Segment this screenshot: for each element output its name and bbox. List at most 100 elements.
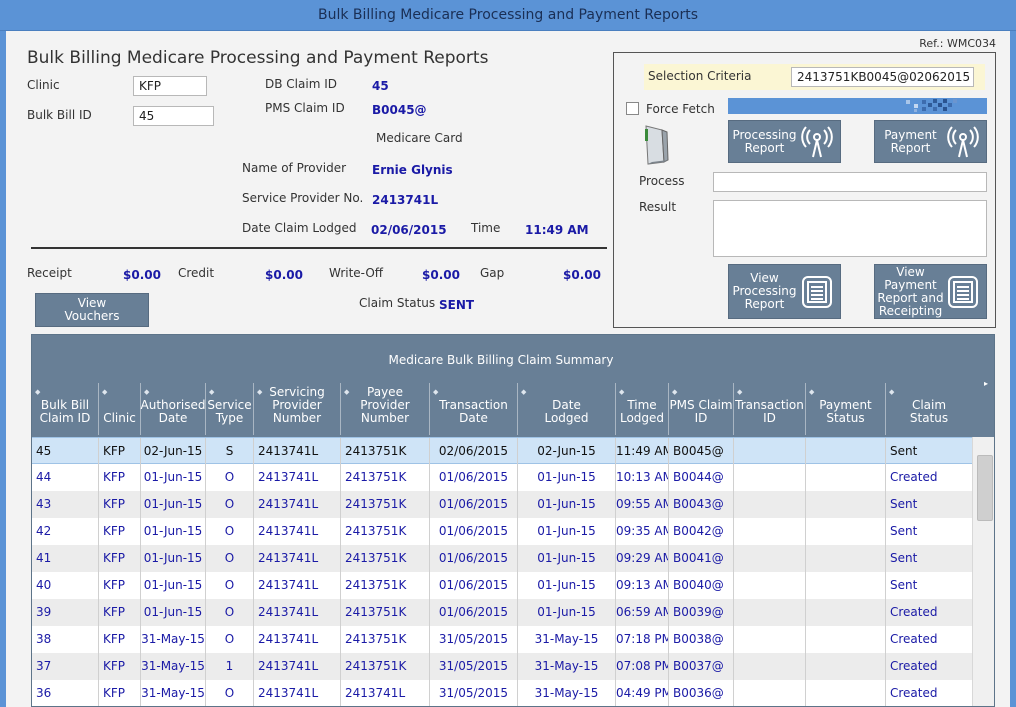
column-header-authorised-date[interactable]: ◆ Authorised Date bbox=[140, 383, 206, 435]
sort-icon[interactable]: ◆ bbox=[209, 386, 214, 399]
column-header-pms-claim-id[interactable]: ◆ PMS Claim ID bbox=[668, 383, 733, 435]
view-payment-report-button[interactable]: View Payment Report and Receipting bbox=[874, 264, 987, 319]
cell-payee-provider-number: 2413751K bbox=[340, 545, 429, 572]
table-row[interactable]: 41 KFP 01-Jun-15 O 2413741L 2413751K 01/06/201… bbox=[32, 545, 972, 572]
cell-claim-status: Sent bbox=[885, 572, 972, 599]
cell-service-type: O bbox=[205, 599, 253, 626]
result-textarea[interactable] bbox=[713, 200, 987, 257]
cell-service-type: O bbox=[205, 680, 253, 706]
table-row[interactable]: 40 KFP 01-Jun-15 O 2413741L 2413751K 01/06/201… bbox=[32, 572, 972, 599]
bulk-bill-id-input[interactable]: 45 bbox=[133, 106, 214, 126]
sort-icon[interactable]: ◆ bbox=[344, 386, 349, 399]
table-row[interactable]: 42 KFP 01-Jun-15 O 2413741L 2413751K 01/06/201… bbox=[32, 518, 972, 545]
column-header-service-type[interactable]: ◆ Service Type bbox=[205, 383, 253, 435]
scroll-right-icon[interactable]: ▸ bbox=[984, 379, 988, 388]
cell-authorised-date: 01-Jun-15 bbox=[140, 464, 205, 491]
claim-summary-grid: Medicare Bulk Billing Claim Summary ▸ ◆ B… bbox=[31, 334, 995, 707]
sort-icon[interactable]: ◆ bbox=[521, 386, 526, 399]
table-row[interactable]: 45 KFP 02-Jun-15 S 2413741L 2413751K 02/06/201… bbox=[32, 437, 972, 465]
cell-claim-status: Created bbox=[885, 653, 972, 680]
cell-pms-claim-id: B0045@ bbox=[668, 438, 733, 465]
column-header-line: Claim bbox=[911, 398, 947, 412]
sort-icon[interactable]: ◆ bbox=[35, 386, 40, 399]
time-value: 11:49 AM bbox=[525, 223, 589, 237]
cell-bulk-bill-claim-id: 39 bbox=[36, 605, 52, 619]
view-vouchers-label: View Vouchers bbox=[36, 297, 148, 323]
cell-transaction-date: 31/05/2015 bbox=[429, 626, 517, 653]
column-header-line: ID bbox=[694, 411, 708, 425]
grid-vertical-scrollbar[interactable] bbox=[972, 437, 994, 706]
table-row[interactable]: 39 KFP 01-Jun-15 O 2413741L 2413751K 01/06/201… bbox=[32, 599, 972, 626]
column-header-payee-provider-number[interactable]: ◆ Payee Provider Number bbox=[340, 383, 429, 435]
payment-report-label: Payment Report bbox=[875, 128, 946, 155]
cell-transaction-id bbox=[733, 438, 805, 465]
view-payment-label-line3: Report and bbox=[877, 290, 944, 305]
processing-report-button[interactable]: Processing Report bbox=[728, 120, 841, 163]
column-header-servicing-provider-number[interactable]: ◆ Servicing Provider Number bbox=[253, 383, 340, 435]
column-header-line: Number bbox=[360, 411, 410, 425]
cell-clinic: KFP bbox=[98, 491, 140, 518]
process-input[interactable] bbox=[713, 172, 987, 192]
column-header-time-lodged[interactable]: ◆ Time Lodged bbox=[615, 383, 668, 435]
force-fetch-checkbox[interactable] bbox=[626, 102, 639, 115]
column-header-label: Servicing Provider Number bbox=[269, 386, 325, 425]
payment-report-button[interactable]: Payment Report bbox=[874, 120, 987, 163]
view-vouchers-label-line2: Vouchers bbox=[64, 309, 120, 323]
cell-authorised-date: 01-Jun-15 bbox=[140, 518, 205, 545]
cell-transaction-date: 01/06/2015 bbox=[429, 599, 517, 626]
cell-transaction-id bbox=[733, 572, 805, 599]
sort-icon[interactable]: ◆ bbox=[144, 386, 149, 399]
date-lodged-label: Date Claim Lodged bbox=[242, 221, 357, 235]
cell-payment-status bbox=[805, 464, 885, 491]
table-row[interactable]: 43 KFP 01-Jun-15 O 2413741L 2413751K 01/06/201… bbox=[32, 491, 972, 518]
cell-time-lodged: 09:35 AM bbox=[615, 518, 668, 545]
grid-header: Medicare Bulk Billing Claim Summary ▸ ◆ B… bbox=[32, 335, 994, 437]
view-processing-label-line3: Report bbox=[744, 297, 785, 311]
column-header-clinic[interactable]: ◆ Clinic bbox=[98, 383, 140, 435]
column-header-line: Payee bbox=[367, 385, 403, 399]
sort-icon[interactable]: ◆ bbox=[737, 386, 742, 399]
cell-payee-provider-number: 2413751K bbox=[340, 518, 429, 545]
column-header-line: Bulk Bill bbox=[40, 398, 90, 412]
column-header-payment-status[interactable]: ◆ Payment Status bbox=[805, 383, 885, 435]
cell-bulk-bill-claim-id: 38 bbox=[36, 632, 52, 646]
selection-criteria-input[interactable]: 2413751KB0045@02062015 bbox=[791, 67, 974, 87]
cell-claim-status: Created bbox=[885, 626, 972, 653]
cell-clinic: KFP bbox=[98, 464, 140, 491]
table-row[interactable]: 44 KFP 01-Jun-15 O 2413741L 2413751K 01/06/201… bbox=[32, 464, 972, 491]
column-header-bulk-bill-claim-id[interactable]: ◆ Bulk Bill Claim ID bbox=[32, 383, 98, 435]
column-header-transaction-id[interactable]: ◆ Transaction ID bbox=[733, 383, 805, 435]
sort-icon[interactable]: ◆ bbox=[102, 386, 107, 399]
view-vouchers-label-line1: View bbox=[77, 296, 107, 310]
table-row[interactable]: 36 KFP 31-May-15 O 2413741L 2413741L 31/05/201… bbox=[32, 680, 972, 706]
view-processing-label-line1: View bbox=[750, 271, 779, 285]
column-header-line: Status bbox=[826, 411, 865, 425]
sort-icon[interactable]: ◆ bbox=[257, 386, 262, 399]
scrollbar-thumb[interactable] bbox=[977, 455, 993, 521]
column-header-label: Bulk Bill Claim ID bbox=[40, 399, 91, 425]
cell-pms-claim-id: B0037@ bbox=[668, 653, 733, 680]
clinic-label: Clinic bbox=[27, 78, 60, 92]
column-header-transaction-date[interactable]: ◆ Transaction Date bbox=[429, 383, 517, 435]
sort-icon[interactable]: ◆ bbox=[809, 386, 814, 399]
cell-authorised-date: 01-Jun-15 bbox=[140, 491, 205, 518]
cell-date-lodged: 31-May-15 bbox=[517, 680, 615, 706]
table-row[interactable]: 37 KFP 31-May-15 1 2413741L 2413751K 31/05/201… bbox=[32, 653, 972, 680]
sort-icon[interactable]: ◆ bbox=[619, 386, 624, 399]
clinic-input[interactable]: KFP bbox=[133, 76, 207, 96]
sort-icon[interactable]: ◆ bbox=[889, 386, 894, 399]
cell-pms-claim-id: B0036@ bbox=[668, 680, 733, 706]
sort-icon[interactable]: ◆ bbox=[672, 386, 677, 399]
receipt-value: $0.00 bbox=[123, 268, 161, 282]
table-row[interactable]: 38 KFP 31-May-15 O 2413741L 2413751K 31/05/201… bbox=[32, 626, 972, 653]
sort-icon[interactable]: ◆ bbox=[433, 386, 438, 399]
provider-name-value: Ernie Glynis bbox=[372, 163, 453, 177]
result-label: Result bbox=[639, 200, 677, 214]
column-header-line: Transaction bbox=[439, 398, 508, 412]
column-header-claim-status[interactable]: ◆ Claim Status bbox=[885, 383, 972, 435]
cell-payee-provider-number: 2413751K bbox=[340, 572, 429, 599]
view-processing-label-line2: Processing bbox=[732, 284, 797, 298]
view-processing-report-button[interactable]: View Processing Report bbox=[728, 264, 841, 319]
column-header-date-lodged[interactable]: ◆ Date Lodged bbox=[517, 383, 615, 435]
view-vouchers-button[interactable]: View Vouchers bbox=[35, 293, 149, 327]
